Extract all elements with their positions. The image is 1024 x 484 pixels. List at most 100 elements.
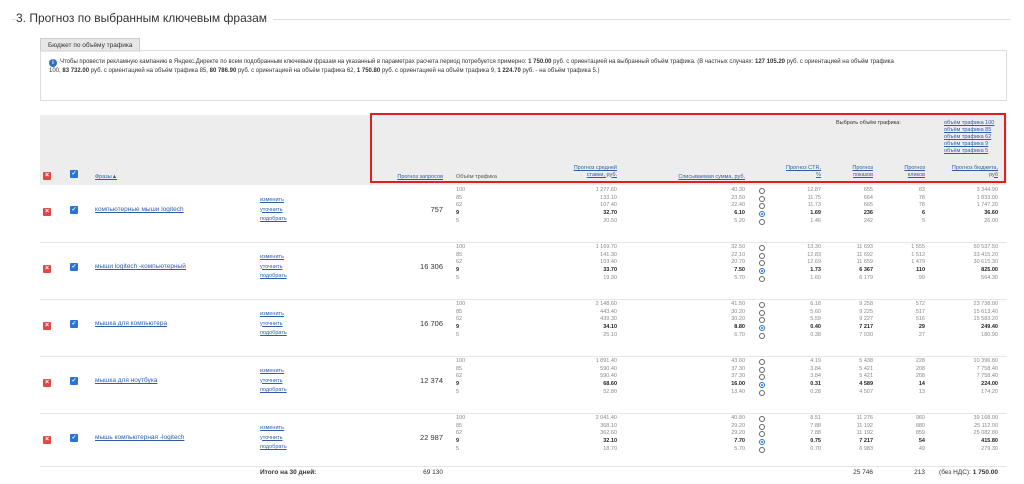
traffic-radio[interactable]	[759, 218, 765, 225]
traffic-radio[interactable]	[759, 446, 765, 453]
traffic-radio[interactable]	[759, 309, 765, 316]
remove-phrase-checkbox[interactable]: ×	[43, 379, 51, 387]
traffic-radio[interactable]	[759, 268, 765, 275]
clicks-value: 208	[915, 373, 925, 380]
action-edit-link[interactable]: изменить	[260, 253, 287, 263]
requests-value: 757	[430, 205, 443, 214]
traffic-radio[interactable]	[759, 245, 765, 251]
select-phrase-checkbox[interactable]: ✓	[70, 263, 78, 271]
remove-phrase-checkbox[interactable]: ×	[43, 265, 51, 273]
action-refine-link[interactable]: уточнить	[260, 377, 287, 387]
totals-label: Итого на 30 дней:	[260, 469, 317, 476]
action-pick-link[interactable]: подобрать	[260, 443, 287, 453]
impressions-value: 236	[863, 210, 873, 217]
action-refine-link[interactable]: уточнить	[260, 263, 287, 273]
requests-value: 16 306	[420, 262, 443, 271]
budget-value: 25 082.80	[973, 430, 998, 437]
impressions-value: 11 692	[856, 251, 873, 258]
select-phrase-checkbox[interactable]: ✓	[70, 377, 78, 385]
traffic-radio[interactable]	[759, 195, 765, 202]
clicks-value: 880	[915, 422, 925, 429]
budget-value: 15 613.40	[973, 308, 998, 315]
traffic-level: 62	[456, 373, 463, 380]
charged-values: 43.60 37.30 37.30 16.00 13.40	[700, 358, 745, 397]
traffic-radio[interactable]	[759, 302, 765, 308]
action-pick-link[interactable]: подобрать	[260, 386, 287, 396]
traffic-radio[interactable]	[759, 211, 765, 218]
traffic-radio[interactable]	[759, 423, 765, 430]
traffic-radio[interactable]	[759, 332, 765, 339]
action-refine-link[interactable]: уточнить	[260, 434, 287, 444]
phrase-link[interactable]: мышка для ноутбука	[95, 377, 157, 384]
action-edit-link[interactable]: изменить	[260, 367, 287, 377]
action-edit-link[interactable]: изменить	[260, 424, 287, 434]
phrase-link[interactable]: мыши logitech -компьютерный	[95, 263, 186, 270]
ctr-value: 7.88	[810, 430, 821, 437]
action-pick-link[interactable]: подобрать	[260, 272, 287, 282]
traffic-radio[interactable]	[759, 366, 765, 373]
clicks-values: 572 517 516 29 27	[893, 301, 925, 340]
action-pick-link[interactable]: подобрать	[260, 329, 287, 339]
select-phrase-checkbox[interactable]: ✓	[70, 206, 78, 214]
traffic-radio[interactable]	[759, 359, 765, 365]
avg-bid-value: 133.10	[600, 194, 617, 201]
remove-phrase-checkbox[interactable]: ×	[43, 208, 51, 216]
avg-bid-value: 19.30	[603, 274, 617, 281]
remove-phrase-checkbox[interactable]: ×	[43, 322, 51, 330]
impressions-values: 11 276 11 192 11 192 7 217 6 983	[840, 415, 873, 454]
traffic-radio[interactable]	[759, 325, 765, 332]
budget-value: 25 112.00	[973, 422, 998, 429]
ctr-value: 0.75	[810, 438, 821, 445]
charged-value: 20.70	[731, 259, 745, 266]
traffic-radio[interactable]	[759, 260, 765, 267]
charged-value: 7.50	[734, 267, 745, 274]
charged-value: 40.30	[731, 187, 745, 193]
impressions-value: 4 589	[859, 381, 873, 388]
action-refine-link[interactable]: уточнить	[260, 206, 287, 216]
traffic-radio[interactable]	[759, 416, 765, 422]
clicks-values: 83 78 78 6 5	[893, 187, 925, 226]
ctr-value: 5.59	[810, 316, 821, 323]
charged-value: 6.70	[734, 331, 745, 338]
avg-bid-value: 32.70	[603, 210, 617, 217]
remove-all-checkbox[interactable]: ×	[43, 172, 51, 180]
ctr-values: 4.19 3.84 3.84 0.31 0.28	[786, 358, 821, 397]
phrase-link[interactable]: мышка для компьютера	[95, 320, 167, 327]
clicks-value: 78	[918, 202, 925, 209]
clicks-value: 1 555	[911, 244, 925, 250]
phrases-sort-header[interactable]: Фразы▲	[95, 174, 117, 181]
traffic-radio[interactable]	[759, 317, 765, 324]
action-edit-link[interactable]: изменить	[260, 196, 287, 206]
ctr-value: 13.30	[807, 244, 821, 250]
budget-value: 1 747.20	[976, 202, 998, 209]
traffic-radio[interactable]	[759, 275, 765, 282]
traffic-radio[interactable]	[759, 382, 765, 389]
avg-bid-value: 32.10	[603, 438, 617, 445]
phrase-link[interactable]: компьютерные мыши logitech	[95, 206, 184, 213]
avg-bid-value: 362.60	[600, 430, 617, 437]
traffic-radio[interactable]	[759, 439, 765, 446]
select-phrase-checkbox[interactable]: ✓	[70, 434, 78, 442]
remove-phrase-checkbox[interactable]: ×	[43, 436, 51, 444]
traffic-radio[interactable]	[759, 252, 765, 259]
avg-bid-value: 439.30	[600, 316, 617, 323]
traffic-radio[interactable]	[759, 389, 765, 396]
traffic-radio[interactable]	[759, 188, 765, 194]
charged-value: 7.70	[734, 438, 745, 445]
action-pick-link[interactable]: подобрать	[260, 215, 287, 225]
select-all-checkbox[interactable]: ✓	[70, 170, 78, 178]
budget-values: 10 396.80 7 758.40 7 758.40 224.00 174.20	[950, 358, 998, 397]
phrase-link[interactable]: мышь компьютерная -logitech	[95, 434, 184, 441]
charged-value: 23.50	[731, 194, 745, 201]
action-refine-link[interactable]: уточнить	[260, 320, 287, 330]
action-edit-link[interactable]: изменить	[260, 310, 287, 320]
traffic-radio[interactable]	[759, 203, 765, 210]
clicks-value: 516	[915, 316, 925, 323]
traffic-radio[interactable]	[759, 431, 765, 438]
budget-value: 30 615.30	[973, 259, 998, 266]
avg-bid-value: 443.40	[600, 308, 617, 315]
select-phrase-checkbox[interactable]: ✓	[70, 320, 78, 328]
traffic-radio[interactable]	[759, 374, 765, 381]
traffic-level: 85	[456, 365, 463, 372]
traffic-levels: 100 85 62 9 5	[456, 244, 465, 283]
